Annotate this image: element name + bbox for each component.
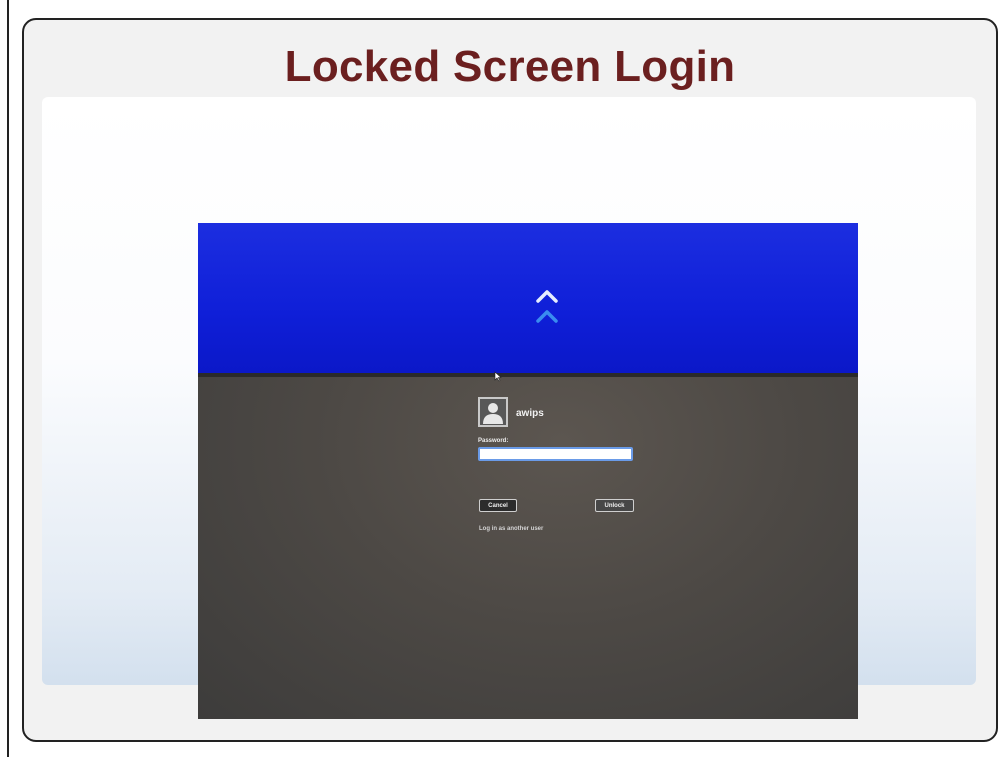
content-panel: awips Password: Cancel Unlock Log in as … [42,97,976,719]
lock-screen-photo: awips Password: Cancel Unlock Log in as … [198,223,858,719]
chevron-up-icon [536,290,558,303]
chevron-up-icon-secondary [536,310,558,323]
password-field[interactable] [478,447,633,461]
cancel-button[interactable]: Cancel [479,499,517,512]
pointer-cursor-icon [494,371,502,382]
slide-title: Locked Screen Login [284,42,736,91]
password-label: Password: [478,438,509,444]
lock-screen-curtain[interactable] [198,223,858,373]
unlock-button[interactable]: Unlock [595,499,634,512]
left-border-rule [7,0,9,757]
slide-frame: Locked Screen Login awips Password: Canc… [22,18,998,742]
user-avatar-icon [478,397,508,427]
log-in-as-another-user-link[interactable]: Log in as another user [479,526,543,532]
lock-screen-background [198,373,858,719]
username-label: awips [516,408,544,419]
